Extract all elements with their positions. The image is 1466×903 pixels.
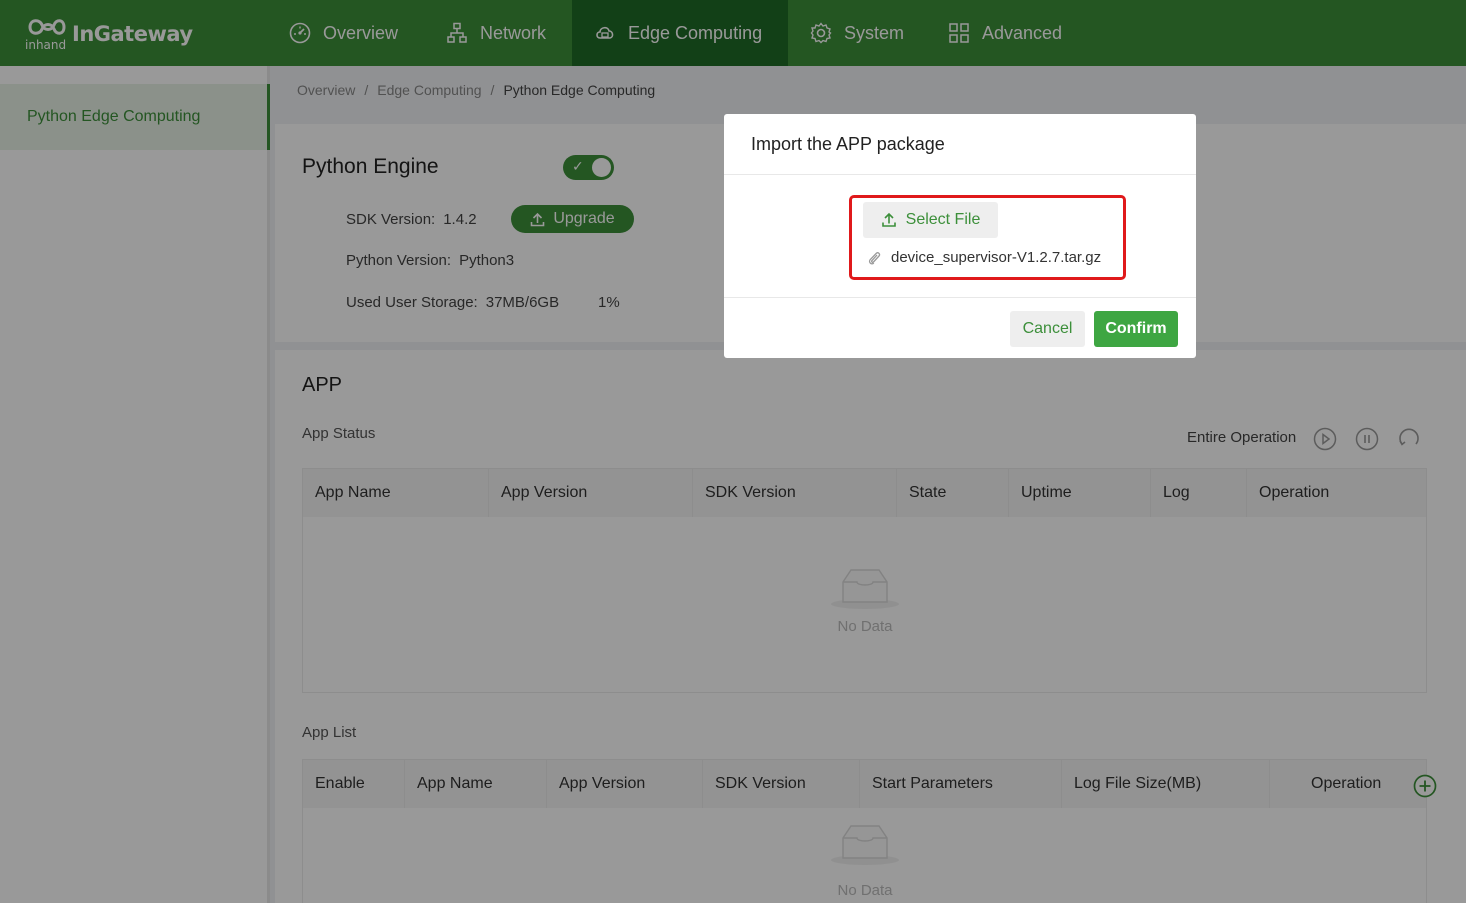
cancel-button[interactable]: Cancel bbox=[1010, 311, 1085, 347]
selected-file-name: device_supervisor-V1.2.7.tar.gz bbox=[891, 249, 1102, 266]
divider bbox=[724, 297, 1196, 298]
import-app-dialog: Import the APP package Select File devic… bbox=[724, 114, 1196, 358]
confirm-button[interactable]: Confirm bbox=[1094, 311, 1178, 347]
divider bbox=[724, 174, 1196, 175]
selected-file: device_supervisor-V1.2.7.tar.gz bbox=[867, 249, 1101, 266]
select-file-label: Select File bbox=[905, 211, 981, 228]
upload-icon bbox=[881, 212, 896, 227]
paperclip-icon bbox=[868, 251, 881, 264]
dialog-title: Import the APP package bbox=[751, 134, 945, 154]
select-file-button[interactable]: Select File bbox=[863, 202, 998, 238]
